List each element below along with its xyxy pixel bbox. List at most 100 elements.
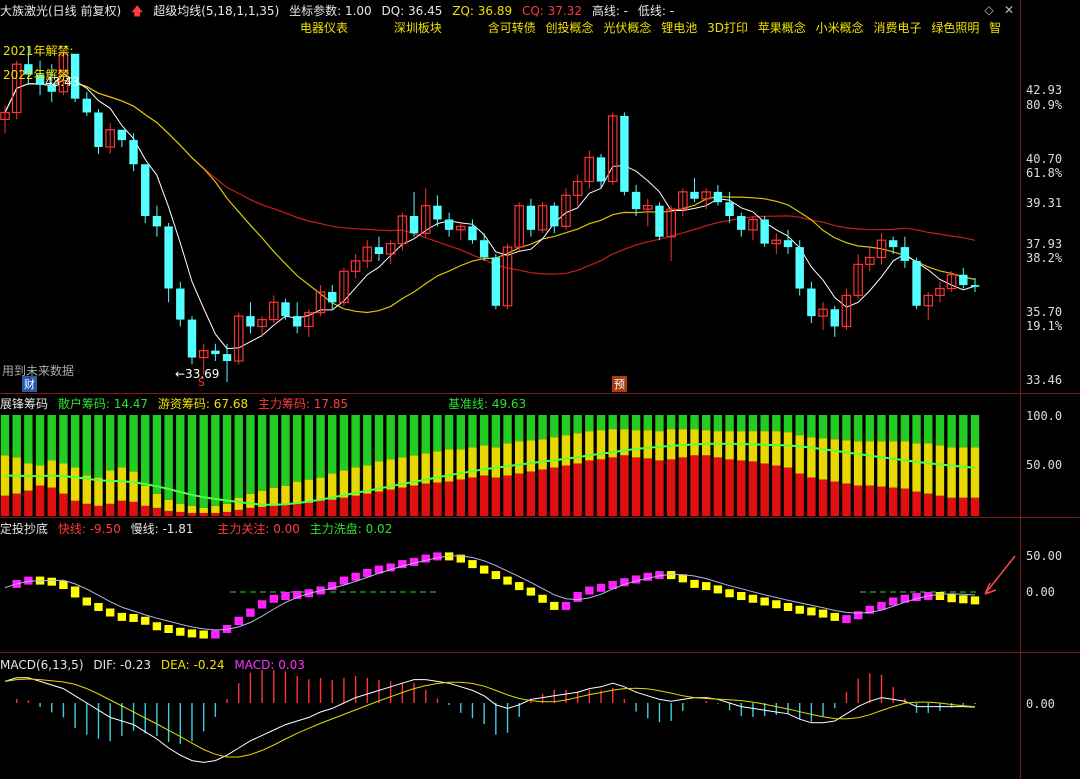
concept-tag[interactable]: 电器仪表 — [300, 21, 348, 35]
candle-body — [900, 247, 910, 261]
chips-title[interactable]: 展锋筹码 — [0, 397, 48, 411]
chip-bar-main — [807, 477, 816, 516]
chip-bar-retail — [550, 415, 559, 438]
y-label: 42.93 — [1026, 83, 1063, 97]
chip-bar-main — [421, 483, 430, 516]
dingtou-block — [479, 565, 489, 574]
dingtou-block — [47, 577, 56, 586]
chip-bar-main — [363, 493, 372, 516]
dingtou-block — [538, 594, 547, 603]
param-label: 坐标参数: 1.00 — [289, 4, 372, 18]
chip-bar-retail — [748, 415, 758, 432]
concept-tag[interactable]: 绿色照明 — [931, 21, 979, 35]
chip-bar-hot — [573, 433, 582, 464]
chip-bar-retail — [246, 415, 255, 494]
concept-tag[interactable]: 苹果概念 — [758, 21, 806, 35]
chip-bar-retail — [199, 415, 208, 508]
chip-bar-retail — [515, 415, 524, 442]
chip-bar-retail — [865, 415, 875, 442]
candle-body — [82, 98, 92, 113]
up-arrow-icon[interactable]: 🡅 — [131, 4, 143, 18]
dingtou-block — [643, 572, 652, 581]
dingtou-block — [713, 585, 723, 594]
dingtou-block — [526, 587, 536, 596]
indicator-title[interactable]: 超级均线(5,18,1,1,35) — [153, 4, 279, 18]
candle-body — [655, 205, 664, 237]
chip-bar-retail — [795, 415, 804, 436]
chip-bar-main — [772, 465, 781, 516]
dingtou-block — [433, 552, 442, 561]
dingtou-header: 定投抄底 快线: -9.50 慢线: -1.81 主力关注: 0.00 主力洗盘… — [0, 520, 398, 538]
dingtou-block — [82, 597, 92, 606]
chip-bar-main — [374, 491, 384, 516]
chip-bar-hot — [24, 463, 33, 491]
chip-bar-retail — [701, 415, 711, 431]
candle-body — [725, 202, 734, 217]
chip-bar-main — [292, 503, 302, 516]
candle-body — [152, 216, 162, 227]
chip-bar-hot — [666, 429, 676, 460]
concept-tag[interactable]: 消费电子 — [873, 21, 921, 35]
chip-bar-retail — [737, 415, 746, 432]
chip-bar-retail — [561, 415, 571, 436]
dingtou-block — [807, 607, 816, 616]
macd-title[interactable]: MACD(6,13,5) — [0, 658, 84, 672]
chip-bar-hot — [456, 449, 465, 480]
concept-tag[interactable]: 深圳板块 — [394, 21, 442, 35]
concept-tag[interactable]: 含可转债 — [488, 21, 536, 35]
chip-bar-hot — [199, 507, 208, 513]
y-label: 19.1% — [1026, 319, 1063, 333]
main-wash-value: 主力洗盘: 0.02 — [309, 522, 393, 536]
sell-tag[interactable]: S — [196, 376, 207, 389]
dingtou-block — [234, 616, 243, 625]
chip-bar-main — [269, 505, 279, 516]
concept-tag[interactable]: 小米概念 — [816, 21, 864, 35]
chip-bar-retail — [655, 415, 664, 432]
chip-bar-hot — [830, 439, 839, 482]
chips-header: 展锋筹码 散户筹码: 14.47 游资筹码: 67.68 主力筹码: 17.85… — [0, 395, 532, 413]
concept-tag[interactable]: 光伏概念 — [603, 21, 651, 35]
candle-body — [830, 309, 839, 327]
chip-bar-main — [526, 471, 536, 516]
chip-bar-main — [386, 489, 395, 516]
low-line-value: 低线: - — [637, 4, 675, 18]
finance-tag[interactable]: 财 — [22, 376, 37, 392]
chip-bar-main — [0, 495, 10, 516]
concept-tag[interactable]: 智 — [989, 21, 1001, 35]
chip-bar-hot — [117, 467, 127, 501]
y-label: 37.93 — [1026, 237, 1063, 251]
concept-tag[interactable]: 锂电池 — [661, 21, 697, 35]
chip-bar-main — [105, 503, 115, 516]
chip-bar-retail — [94, 415, 103, 478]
dif-line — [4, 677, 976, 763]
chip-bar-hot — [912, 443, 921, 492]
chip-bar-hot — [246, 493, 255, 508]
chip-bar-retail — [386, 415, 395, 460]
dingtou-block — [573, 592, 582, 602]
stock-title[interactable]: 大族激光(日线 前复权) — [0, 4, 121, 18]
chip-bar-main — [561, 465, 571, 516]
candle-body — [690, 191, 699, 199]
chip-bar-hot — [269, 487, 279, 506]
chip-bar-retail — [503, 415, 512, 444]
candle-body — [374, 247, 384, 255]
chip-bar-retail — [935, 415, 945, 446]
diamond-icon[interactable]: ◇ — [982, 3, 996, 17]
chip-bar-retail — [772, 415, 781, 432]
dingtou-block — [503, 576, 512, 585]
dingtou-block — [59, 581, 68, 589]
candle-body — [912, 260, 921, 306]
concept-tag[interactable]: 创投概念 — [546, 21, 594, 35]
dingtou-title[interactable]: 定投抄底 — [0, 522, 48, 536]
forecast-tag[interactable]: 预 — [612, 376, 627, 392]
chip-bar-hot — [935, 445, 945, 496]
chip-bar-main — [713, 457, 723, 516]
candle-body — [292, 316, 302, 327]
ma-mid-line — [4, 79, 976, 314]
chip-bar-hot — [59, 463, 68, 494]
concept-tag[interactable]: 3D打印 — [707, 21, 748, 35]
chip-bar-main — [444, 481, 454, 516]
chip-bar-hot — [503, 443, 512, 476]
close-icon[interactable]: ✕ — [1002, 3, 1016, 17]
chip-bar-retail — [959, 415, 968, 448]
